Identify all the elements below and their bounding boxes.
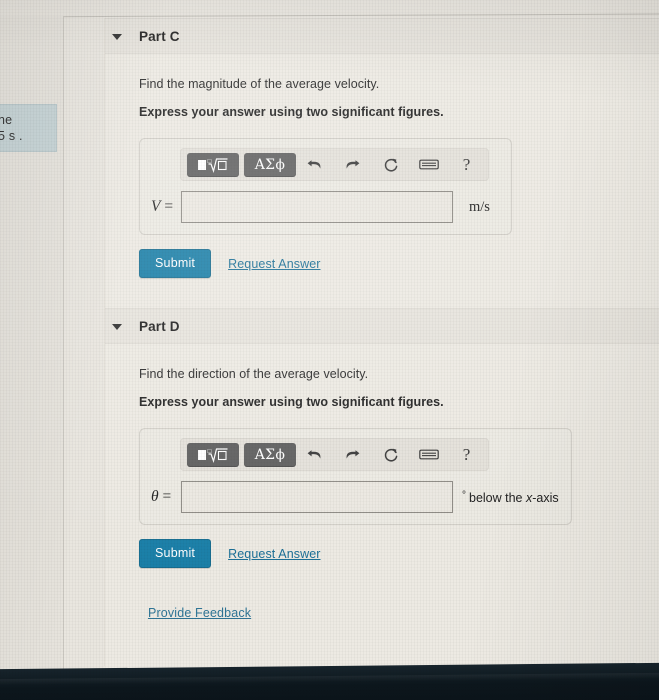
- left-clipped-callout: ne 5 s .: [0, 104, 57, 152]
- keyboard-icon[interactable]: [415, 444, 442, 466]
- part-d-variable: θ: [151, 488, 159, 505]
- part-c-instruction: Express your answer using two significan…: [139, 105, 444, 119]
- callout-line-1: ne: [0, 113, 13, 127]
- callout-line-2: 5 s .: [0, 129, 23, 143]
- reset-circle-icon[interactable]: [377, 154, 404, 176]
- undo-arrow-icon[interactable]: [301, 154, 328, 176]
- part-c-units: m/s: [469, 198, 490, 215]
- part-c-input-row: V = m/s: [150, 191, 501, 223]
- part-d-answer-input[interactable]: [181, 481, 453, 513]
- part-d-input-row: θ = ° below the x-axis: [150, 481, 561, 513]
- redo-arrow-icon[interactable]: [339, 444, 366, 466]
- part-d-units-after: -axis: [532, 490, 559, 505]
- part-c-equals: =: [160, 198, 174, 215]
- part-d-variable-label: θ =: [150, 488, 181, 506]
- greek-symbols-button[interactable]: ΑΣϕ: [244, 442, 296, 467]
- monitor-bezel: [0, 662, 659, 700]
- caret-down-icon[interactable]: [112, 323, 122, 330]
- part-d-request-answer-link[interactable]: Request Answer: [228, 547, 320, 561]
- part-c-header[interactable]: Part C: [105, 18, 659, 54]
- part-c-variable-label: V =: [150, 198, 181, 216]
- greek-symbols-button[interactable]: ΑΣϕ: [244, 152, 296, 177]
- part-d-math-toolbar: □ ΑΣϕ ?: [180, 438, 489, 471]
- part-c-answer-box: □ ΑΣϕ ? V = m/s: [139, 138, 512, 235]
- part-d-body: Find the direction of the average veloci…: [105, 344, 659, 622]
- photographed-screen: ne 5 s . Part C Find the magnitude of th…: [0, 0, 659, 700]
- caret-down-icon[interactable]: [112, 33, 122, 40]
- undo-arrow-icon[interactable]: [301, 444, 328, 466]
- part-d-answer-box: □ ΑΣϕ ? θ = ° below the x-axis: [139, 428, 572, 525]
- part-c-request-answer-link[interactable]: Request Answer: [228, 257, 320, 271]
- part-d-question: Find the direction of the average veloci…: [139, 367, 369, 381]
- reset-circle-icon[interactable]: [377, 444, 404, 466]
- degree-symbol: °: [462, 489, 466, 501]
- top-divider: [0, 13, 659, 18]
- part-d-header[interactable]: Part D: [105, 308, 659, 344]
- keyboard-icon[interactable]: [415, 154, 442, 176]
- part-d-instruction: Express your answer using two significan…: [139, 395, 444, 409]
- part-c-actions: Submit Request Answer: [139, 249, 659, 278]
- part-d-equals: =: [158, 488, 172, 505]
- part-d-title: Part D: [139, 318, 180, 334]
- part-d-actions: Submit Request Answer: [139, 539, 659, 568]
- content-column: Part C Find the magnitude of the average…: [105, 18, 659, 670]
- part-c-title: Part C: [139, 28, 180, 44]
- part-c-question: Find the magnitude of the average veloci…: [139, 77, 380, 91]
- part-c-math-toolbar: □ ΑΣϕ ?: [180, 148, 489, 181]
- part-d-submit-button[interactable]: Submit: [139, 539, 212, 568]
- part-c-submit-button[interactable]: Submit: [139, 249, 212, 278]
- bezel-sheen: [0, 672, 659, 686]
- help-question-icon[interactable]: ?: [453, 154, 480, 176]
- browser-page: ne 5 s . Part C Find the magnitude of th…: [0, 0, 659, 700]
- help-question-icon[interactable]: ?: [453, 444, 480, 466]
- part-c-body: Find the magnitude of the average veloci…: [105, 54, 659, 278]
- part-c-answer-input[interactable]: [181, 191, 453, 223]
- left-rail-divider: [63, 16, 64, 700]
- provide-feedback-link[interactable]: Provide Feedback: [148, 606, 251, 620]
- redo-arrow-icon[interactable]: [339, 154, 366, 176]
- part-d-units-before: below the: [469, 490, 526, 505]
- math-template-button[interactable]: □: [187, 442, 239, 467]
- part-d-units: ° below the x-axis: [462, 490, 559, 505]
- math-template-button[interactable]: □: [187, 152, 239, 177]
